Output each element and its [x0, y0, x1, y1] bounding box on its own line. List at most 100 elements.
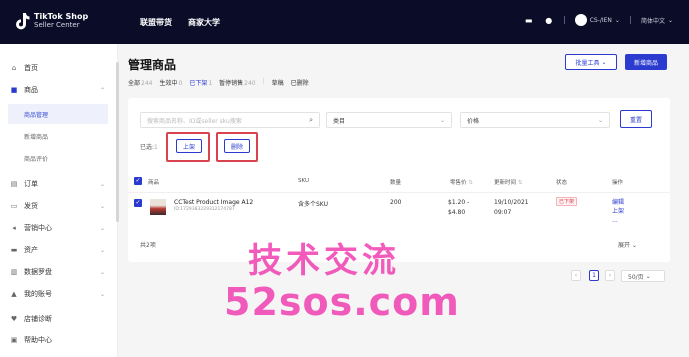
- data-icon: ▥: [10, 268, 18, 276]
- sidebar-item-data[interactable]: ▥ 数据罗盘 ⌄: [0, 261, 118, 283]
- sidebar-item-home[interactable]: ⌂ 首页: [0, 57, 118, 79]
- sidebar-item-assets[interactable]: ▬ 资产 ⌄: [0, 239, 118, 261]
- expand-button[interactable]: 展开 ⌄: [618, 240, 637, 249]
- tab-suspended[interactable]: 暂停销售240: [219, 78, 255, 87]
- divider: [563, 16, 565, 24]
- chevron-down-icon: ⌄: [667, 16, 673, 24]
- tab-delisted[interactable]: 已下架1: [189, 78, 212, 87]
- sidebar: ⌂ 首页 ■ 商品 ⌃ 商品管理 新增商品 商品评价 ▤ 订单 ⌄ ▭ 发货 ⌄…: [0, 44, 118, 357]
- product-name[interactable]: CCTest Product Image A12: [174, 199, 253, 206]
- tab-active[interactable]: 生效中0: [159, 78, 182, 87]
- more-link[interactable]: ...: [612, 216, 624, 225]
- sidebar-sub-manage[interactable]: 商品管理: [8, 104, 108, 124]
- col-ops: 操作: [612, 180, 624, 186]
- category-label: 类目: [333, 117, 346, 125]
- tab-draft[interactable]: 草稿: [272, 78, 284, 87]
- tab-separator: |: [262, 78, 265, 85]
- asset-icon: ▬: [10, 246, 18, 254]
- add-product-button[interactable]: 新增商品: [625, 54, 667, 70]
- tab-all[interactable]: 全部244: [128, 78, 152, 87]
- sidebar-item-shipping[interactable]: ▭ 发货 ⌄: [0, 195, 118, 217]
- page-size-select[interactable]: 50/页 ⌄: [621, 270, 665, 282]
- category-select[interactable]: 类目 ⌄: [326, 112, 452, 128]
- status-tabs: 全部244 生效中0 已下架1 暂停销售240 | 草稿 已删除: [128, 78, 309, 87]
- product-thumbnail[interactable]: [150, 199, 166, 215]
- sidebar-item-label: 首页: [24, 64, 38, 72]
- col-updated[interactable]: 更新时间 ⇅: [494, 178, 522, 186]
- updated-date: 19/10/2021: [494, 199, 529, 206]
- delete-button[interactable]: 删除: [224, 139, 250, 153]
- sidebar-item-label: 发货: [24, 202, 38, 210]
- product-icon: ■: [10, 86, 18, 94]
- chevron-down-icon: ⌄: [645, 272, 651, 280]
- topnav-affiliate[interactable]: 联盟带货: [140, 17, 172, 28]
- updated-time: 09:07: [494, 209, 512, 216]
- watermark-domain: 52sos.com: [224, 280, 460, 324]
- language-menu[interactable]: 简体中文 ⌄: [641, 16, 673, 25]
- page-number[interactable]: 1: [589, 270, 599, 281]
- sidebar-sub-add[interactable]: 新增商品: [8, 126, 108, 146]
- sidebar-item-diagnosis[interactable]: ♥ 店铺诊断: [0, 308, 118, 330]
- account-icon: ▲: [11, 290, 17, 298]
- page-size-label: 50/页: [628, 273, 644, 281]
- status-badge: 已下架: [556, 197, 578, 206]
- help-icon: ▣: [10, 336, 18, 344]
- chevron-down-icon: ⌄: [631, 242, 637, 249]
- account-menu[interactable]: CS-/IEN ⌄: [574, 14, 620, 26]
- sidebar-item-product[interactable]: ■ 商品 ⌃: [0, 79, 118, 101]
- sidebar-item-label: 营销中心: [24, 224, 52, 232]
- search-placeholder: 搜索商品名称、ID或seller sku搜索: [147, 117, 242, 125]
- home-icon: ⌂: [11, 64, 17, 72]
- language-label: 简体中文: [640, 17, 665, 25]
- product-id: ID:1729383229312174787: [174, 207, 235, 212]
- sidebar-item-account[interactable]: ▲ 我的账号 ⌄: [0, 283, 118, 305]
- chevron-down-icon: ⌄: [597, 116, 603, 124]
- list-button[interactable]: 上架: [176, 139, 202, 153]
- selected-count: 已选:1: [140, 144, 158, 151]
- bulk-tool-button[interactable]: 批量工具 ⌄: [565, 54, 617, 70]
- next-page-button[interactable]: ›: [605, 270, 615, 281]
- prev-page-button[interactable]: ‹: [571, 270, 581, 281]
- table-row: ✓ CCTest Product Image A12 ID:1729383229…: [128, 192, 670, 228]
- search-icon[interactable]: ⌕: [309, 116, 313, 125]
- sidebar-item-label: 商品: [24, 86, 38, 94]
- col-price[interactable]: 零售价 ⇅: [450, 178, 473, 186]
- sidebar-item-label: 数据罗盘: [24, 268, 52, 276]
- edit-link[interactable]: 编辑: [612, 198, 624, 207]
- chevron-down-icon: ⌄: [439, 116, 445, 124]
- bell-icon[interactable]: ●: [544, 15, 554, 25]
- row-checkbox[interactable]: ✓: [134, 199, 142, 207]
- sidebar-sub-reviews[interactable]: 商品评价: [8, 148, 108, 168]
- table-header: ✓ 商品 SKU 数量 零售价 ⇅ 更新时间 ⇅ 状态 操作: [128, 174, 670, 188]
- order-icon: ▤: [10, 180, 18, 188]
- tab-deleted[interactable]: 已删除: [291, 78, 309, 87]
- tiktok-shop-logo[interactable]: TikTok Shop Seller Center: [14, 12, 88, 30]
- sidebar-item-label: 订单: [24, 180, 38, 188]
- avatar: [574, 14, 587, 26]
- sidebar-item-help[interactable]: ▣ 帮助中心: [0, 329, 118, 351]
- sidebar-scrollbar[interactable]: [116, 62, 119, 222]
- sidebar-item-label: 店铺诊断: [24, 315, 52, 323]
- select-all-checkbox[interactable]: ✓: [134, 177, 142, 185]
- topnav-university[interactable]: 商家大学: [188, 17, 220, 28]
- price-select[interactable]: 价格 ⌄: [460, 112, 610, 128]
- list-link[interactable]: 上架: [612, 207, 624, 216]
- page-title: 管理商品: [128, 58, 177, 72]
- price-low: $1.20 -: [448, 199, 470, 206]
- chevron-down-icon: ⌄: [100, 180, 106, 188]
- search-input[interactable]: 搜索商品名称、ID或seller sku搜索 ⌕: [140, 112, 320, 128]
- chevron-up-icon: ⌃: [100, 86, 106, 94]
- reset-button[interactable]: 重置: [620, 110, 652, 128]
- chat-icon[interactable]: ▬: [524, 15, 534, 25]
- bulk-tool-label: 批量工具: [575, 59, 600, 67]
- sidebar-item-orders[interactable]: ▤ 订单 ⌄: [0, 173, 118, 195]
- sort-icon: ⇅: [468, 180, 473, 186]
- sidebar-item-label: 帮助中心: [24, 336, 52, 344]
- row-ops: 编辑 上架 ...: [612, 198, 624, 225]
- chevron-down-icon: ⌄: [100, 224, 106, 232]
- col-quantity: 数量: [390, 180, 402, 186]
- chevron-down-icon: ⌄: [100, 290, 106, 298]
- sidebar-item-label: 我的账号: [24, 290, 52, 298]
- sidebar-item-marketing[interactable]: ◂ 营销中心 ⌄: [0, 217, 118, 239]
- brand-line2: Seller Center: [34, 21, 80, 29]
